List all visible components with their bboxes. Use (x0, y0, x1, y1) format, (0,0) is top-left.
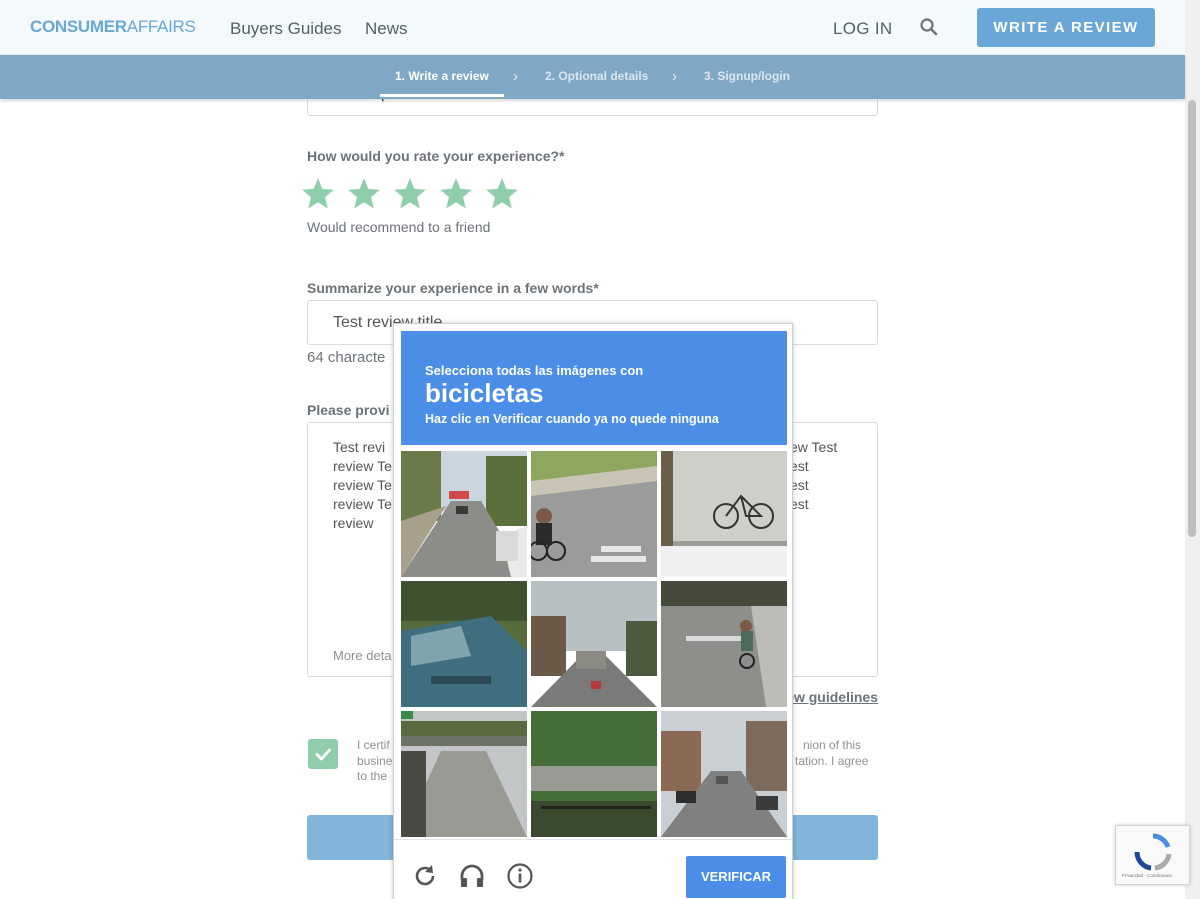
character-count: 64 characte (307, 349, 386, 366)
captcha-image-tile-5[interactable] (531, 581, 657, 707)
consumeraffairs-logo[interactable]: CONSUMERAFFAIRS (30, 17, 196, 37)
review-steps-bar: 1. Write a review › 2. Optional details … (0, 55, 1185, 99)
step-write-review[interactable]: 1. Write a review (395, 69, 489, 83)
audio-icon[interactable] (458, 862, 486, 890)
captcha-image-tile-2[interactable] (531, 451, 657, 577)
certify-text-right: nion of this tation. I agree (795, 738, 869, 768)
step-signup-login[interactable]: 3. Signup/login (704, 69, 790, 83)
nav-buyers-guides[interactable]: Buyers Guides (230, 19, 342, 39)
recaptcha-logo-icon (1134, 833, 1172, 871)
captcha-keyword: bicicletas (425, 378, 544, 408)
star-icon[interactable] (346, 176, 382, 212)
star-icon[interactable] (392, 176, 428, 212)
active-step-indicator (380, 94, 504, 97)
chevron-right-icon: › (513, 68, 518, 85)
captcha-image-tile-7[interactable] (401, 711, 527, 837)
captcha-image-tile-3[interactable] (661, 451, 787, 577)
recaptcha-badge[interactable]: Privacidad - Condiciones (1115, 825, 1190, 885)
chevron-right-icon: › (672, 68, 677, 85)
star-icon[interactable] (484, 176, 520, 212)
verify-button[interactable]: VERIFICAR (686, 856, 786, 898)
certify-checkbox[interactable] (308, 739, 338, 769)
nav-news[interactable]: News (365, 19, 408, 39)
star-icon[interactable] (438, 176, 474, 212)
checkmark-icon (315, 748, 331, 761)
captcha-image-tile-6[interactable] (661, 581, 787, 707)
captcha-image-tile-1[interactable] (401, 451, 527, 577)
rating-label: How would you rate your experience?* (307, 148, 565, 164)
step-optional-details[interactable]: 2. Optional details (545, 69, 648, 83)
captcha-image-tile-8[interactable] (531, 711, 657, 837)
reload-icon[interactable] (411, 862, 439, 890)
captcha-image-tile-9[interactable] (661, 711, 787, 837)
login-link[interactable]: LOG IN (833, 19, 892, 39)
search-icon[interactable] (919, 17, 939, 37)
page-scrollbar-thumb[interactable] (1188, 100, 1196, 537)
review-text-right: ew Test est est est (790, 439, 838, 512)
more-details-hint: More deta (333, 648, 392, 663)
captcha-image-tile-4[interactable] (401, 581, 527, 707)
write-a-review-button[interactable]: WRITE A REVIEW (977, 8, 1155, 47)
captcha-instructions: Selecciona todas las imágenes con bicicl… (401, 331, 787, 445)
rating-caption: Would recommend to a friend (307, 219, 491, 235)
info-icon[interactable] (506, 862, 534, 890)
captcha-footer: VERIFICAR (394, 839, 792, 899)
details-label: Please provi (307, 402, 390, 418)
summary-label: Summarize your experience in a few words… (307, 280, 599, 296)
top-navigation-bar: CONSUMERAFFAIRS Buyers Guides News LOG I… (0, 0, 1185, 55)
recaptcha-challenge: Selecciona todas las imágenes con bicicl… (393, 323, 793, 899)
star-icon[interactable] (300, 176, 336, 212)
